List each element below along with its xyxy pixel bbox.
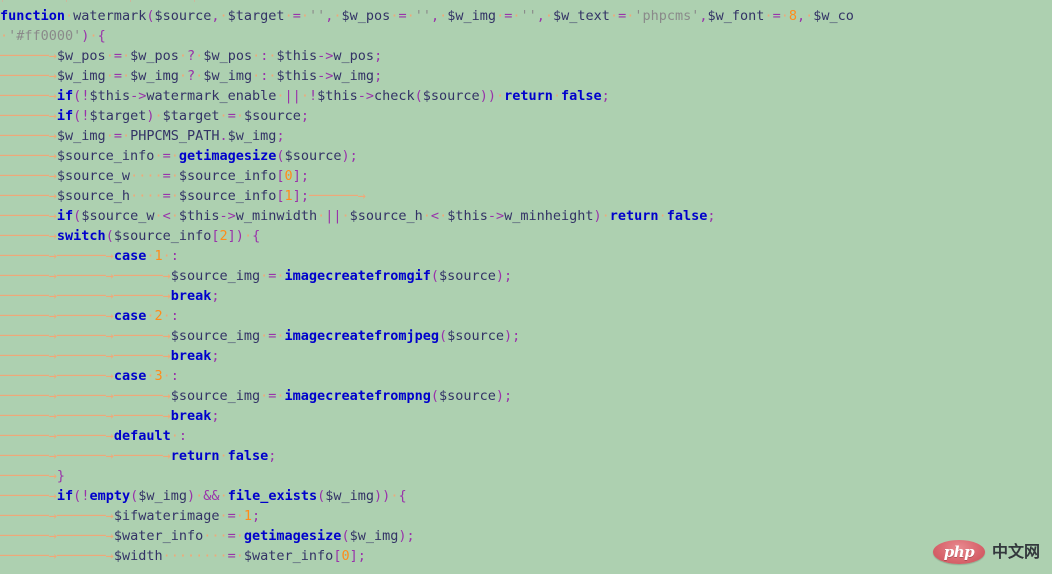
code-line[interactable]: ──────→──────→──────→$source_img·=·image…: [0, 386, 1052, 406]
code-line[interactable]: ──────→──────→case·2·:: [0, 306, 1052, 326]
watermark-site-name: 中文网: [991, 542, 1040, 561]
code-content[interactable]: function·watermark($source,·$target·=·''…: [0, 6, 1052, 566]
code-line[interactable]: ──────→──────→default·:: [0, 426, 1052, 446]
code-line[interactable]: ──────→$w_img·=·PHPCMS_PATH.$w_img;: [0, 126, 1052, 146]
code-line[interactable]: ──────→──────→case·3·:: [0, 366, 1052, 386]
code-line[interactable]: ──────→──────→──────→break;: [0, 406, 1052, 426]
code-line[interactable]: ──────→──────→$width········=·$water_inf…: [0, 546, 1052, 566]
code-line[interactable]: ──────→──────→case·1·:: [0, 246, 1052, 266]
code-line[interactable]: ──────→──────→──────→$source_img·=·image…: [0, 326, 1052, 346]
code-line[interactable]: ──────→──────→$water_info···=·getimagesi…: [0, 526, 1052, 546]
site-watermark: php 中文网: [929, 538, 1044, 566]
code-line[interactable]: ──────→if(!$target)·$target·=·$source;: [0, 106, 1052, 126]
code-editor-viewport[interactable]: function·watermark($source,·$target·=·''…: [0, 0, 1052, 574]
code-line[interactable]: ──────→if(!$this->watermark_enable·||·!$…: [0, 86, 1052, 106]
code-line[interactable]: ──────→if($source_w·<·$this->w_minwidth·…: [0, 206, 1052, 226]
code-line[interactable]: ──────→$source_h····=·$source_info[1];──…: [0, 186, 1052, 206]
code-line[interactable]: ──────→──────→──────→break;: [0, 286, 1052, 306]
code-line[interactable]: ──────→──────→──────→break;: [0, 346, 1052, 366]
code-line[interactable]: ──────→──────→──────→$source_img·=·image…: [0, 266, 1052, 286]
code-line[interactable]: ──────→$source_info·=·getimagesize($sour…: [0, 146, 1052, 166]
php-logo-icon: php: [932, 540, 985, 564]
code-line[interactable]: ·'#ff0000')·{: [0, 26, 1052, 46]
php-logo-text: php: [943, 542, 975, 561]
code-line[interactable]: ──────→──────→$ifwaterimage·=·1;: [0, 506, 1052, 526]
code-line[interactable]: ──────→if(!empty($w_img)·&&·file_exists(…: [0, 486, 1052, 506]
code-line[interactable]: ──────→}: [0, 466, 1052, 486]
code-line[interactable]: ──────→$w_img·=·$w_img·?·$w_img·:·$this-…: [0, 66, 1052, 86]
code-line[interactable]: function·watermark($source,·$target·=·''…: [0, 6, 1052, 26]
code-line[interactable]: ──────→$source_w····=·$source_info[0];: [0, 166, 1052, 186]
code-line[interactable]: ──────→switch($source_info[2])·{: [0, 226, 1052, 246]
code-line[interactable]: ──────→──────→──────→return·false;: [0, 446, 1052, 466]
code-line[interactable]: ──────→$w_pos·=·$w_pos·?·$w_pos·:·$this-…: [0, 46, 1052, 66]
